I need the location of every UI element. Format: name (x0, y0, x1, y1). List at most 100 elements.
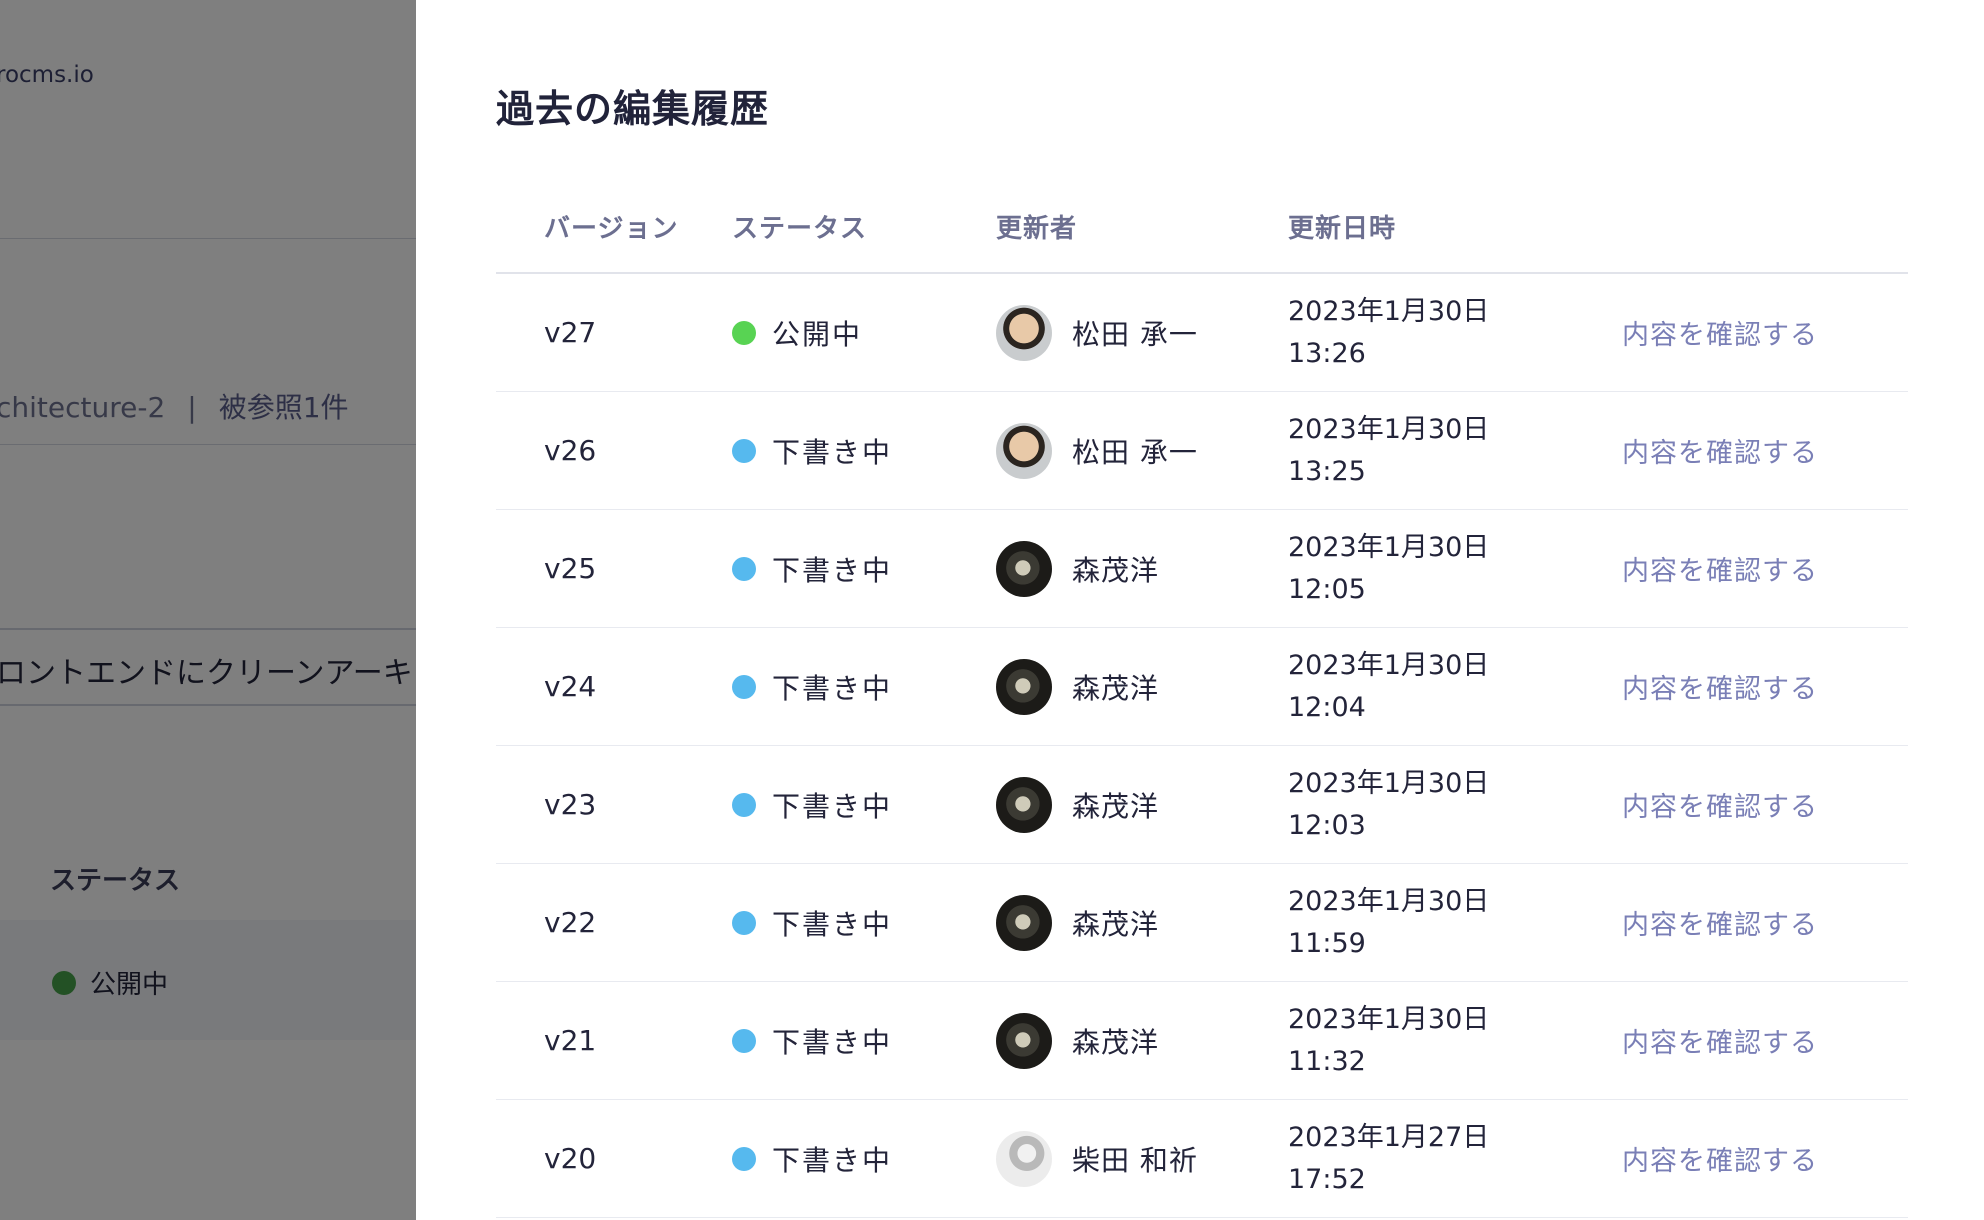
avatar (996, 894, 1052, 951)
version-cell: v26 (496, 434, 732, 467)
updated-date: 2023年1月30日 (1288, 649, 1490, 681)
updated-date: 2023年1月30日 (1288, 885, 1490, 917)
table-row: v24 下書き中 森茂洋 2023年1月30日 12:04 内容を確認する (496, 628, 1908, 746)
table-row: v20 下書き中 柴田 和祈 2023年1月27日 17:52 内容を確認する (496, 1100, 1908, 1218)
updated-time: 11:32 (1288, 1045, 1366, 1077)
updater-cell: 松田 承一 (996, 422, 1288, 479)
status-cell: 下書き中 (732, 785, 996, 825)
avatar (996, 1130, 1052, 1187)
view-content-link[interactable]: 内容を確認する (1618, 438, 1818, 469)
view-content-link[interactable]: 内容を確認する (1618, 792, 1818, 823)
avatar (996, 776, 1052, 833)
status-label: 下書き中 (772, 1143, 893, 1177)
status-label: 公開中 (772, 317, 863, 351)
action-cell: 内容を確認する (1618, 549, 1908, 588)
history-table: バージョン ステータス 更新者 更新日時 v27 公開中 松田 承一 2023年1月3… (496, 180, 1908, 1218)
status-cell: 下書き中 (732, 903, 996, 943)
updater-name: 森茂洋 (1072, 553, 1160, 587)
action-cell: 内容を確認する (1618, 1021, 1908, 1060)
updated-time: 12:04 (1288, 691, 1366, 723)
table-row: v22 下書き中 森茂洋 2023年1月30日 11:59 内容を確認する (496, 864, 1908, 982)
status-cell: 下書き中 (732, 667, 996, 707)
view-content-link[interactable]: 内容を確認する (1618, 556, 1818, 587)
status-cell: 下書き中 (732, 1139, 996, 1179)
version-cell: v23 (496, 788, 732, 821)
version-label: v26 (544, 434, 597, 467)
updated-date: 2023年1月30日 (1288, 295, 1490, 327)
view-content-link[interactable]: 内容を確認する (1618, 910, 1818, 941)
column-header-updater: 更新者 (996, 213, 1078, 244)
table-row: v23 下書き中 森茂洋 2023年1月30日 12:03 内容を確認する (496, 746, 1908, 864)
history-drawer: 過去の編集履歴 バージョン ステータス 更新者 更新日時 v27 公開中 松田 承一… (416, 0, 1984, 1220)
version-cell: v24 (496, 670, 732, 703)
updater-cell: 森茂洋 (996, 1012, 1288, 1069)
column-header-status: ステータス (732, 213, 868, 244)
avatar (996, 422, 1052, 479)
updated-at-cell: 2023年1月30日 12:04 (1288, 645, 1618, 729)
updated-time: 13:25 (1288, 455, 1366, 487)
updater-cell: 柴田 和祈 (996, 1130, 1288, 1187)
updater-name: 柴田 和祈 (1072, 1143, 1198, 1177)
updated-date: 2023年1月27日 (1288, 1121, 1490, 1153)
table-row: v21 下書き中 森茂洋 2023年1月30日 11:32 内容を確認する (496, 982, 1908, 1100)
status-dot-icon (732, 910, 756, 935)
drawer-title: 過去の編集履歴 (496, 87, 770, 131)
updated-at-cell: 2023年1月30日 11:32 (1288, 999, 1618, 1083)
table-body: v27 公開中 松田 承一 2023年1月30日 13:26 内容を確認する v26 下書き中… (496, 274, 1908, 1218)
action-cell: 内容を確認する (1618, 431, 1908, 470)
updated-time: 13:26 (1288, 337, 1366, 369)
version-cell: v27 (496, 316, 732, 349)
updater-name: 森茂洋 (1072, 671, 1160, 705)
updated-at-cell: 2023年1月27日 17:52 (1288, 1117, 1618, 1201)
view-content-link[interactable]: 内容を確認する (1618, 674, 1818, 705)
status-label: 下書き中 (772, 671, 893, 705)
updater-cell: 松田 承一 (996, 304, 1288, 361)
updated-at-cell: 2023年1月30日 11:59 (1288, 881, 1618, 965)
updated-at-cell: 2023年1月30日 13:26 (1288, 291, 1618, 375)
status-cell: 公開中 (732, 313, 996, 353)
updater-name: 森茂洋 (1072, 1025, 1160, 1059)
version-label: v27 (544, 316, 597, 349)
version-cell: v21 (496, 1024, 732, 1057)
column-header-updated-at: 更新日時 (1288, 213, 1397, 244)
version-cell: v25 (496, 552, 732, 585)
updater-cell: 森茂洋 (996, 658, 1288, 715)
status-dot-icon (732, 320, 756, 345)
table-row: v26 下書き中 松田 承一 2023年1月30日 13:25 内容を確認する (496, 392, 1908, 510)
version-label: v24 (544, 670, 597, 703)
version-label: v20 (544, 1142, 597, 1175)
status-label: 下書き中 (772, 789, 893, 823)
status-cell: 下書き中 (732, 549, 996, 589)
view-content-link[interactable]: 内容を確認する (1618, 1146, 1818, 1177)
updated-date: 2023年1月30日 (1288, 531, 1490, 563)
updated-date: 2023年1月30日 (1288, 413, 1490, 445)
status-dot-icon (732, 438, 756, 463)
version-label: v25 (544, 552, 597, 585)
status-dot-icon (732, 1028, 756, 1053)
avatar (996, 1012, 1052, 1069)
avatar (996, 304, 1052, 361)
status-dot-icon (732, 674, 756, 699)
action-cell: 内容を確認する (1618, 1139, 1908, 1178)
updater-cell: 森茂洋 (996, 894, 1288, 951)
version-label: v21 (544, 1024, 597, 1057)
status-label: 下書き中 (772, 907, 893, 941)
table-header: バージョン ステータス 更新者 更新日時 (496, 180, 1908, 274)
updater-name: 森茂洋 (1072, 907, 1160, 941)
version-label: v22 (544, 906, 597, 939)
action-cell: 内容を確認する (1618, 903, 1908, 942)
updated-time: 12:03 (1288, 809, 1366, 841)
updater-cell: 森茂洋 (996, 540, 1288, 597)
updated-time: 17:52 (1288, 1163, 1366, 1195)
action-cell: 内容を確認する (1618, 785, 1908, 824)
updater-cell: 森茂洋 (996, 776, 1288, 833)
view-content-link[interactable]: 内容を確認する (1618, 320, 1818, 351)
updated-date: 2023年1月30日 (1288, 767, 1490, 799)
view-content-link[interactable]: 内容を確認する (1618, 1028, 1818, 1059)
action-cell: 内容を確認する (1618, 313, 1908, 352)
table-row: v25 下書き中 森茂洋 2023年1月30日 12:05 内容を確認する (496, 510, 1908, 628)
updater-name: 松田 承一 (1072, 435, 1198, 469)
status-dot-icon (732, 1146, 756, 1171)
updater-name: 松田 承一 (1072, 317, 1198, 351)
table-row: v27 公開中 松田 承一 2023年1月30日 13:26 内容を確認する (496, 274, 1908, 392)
